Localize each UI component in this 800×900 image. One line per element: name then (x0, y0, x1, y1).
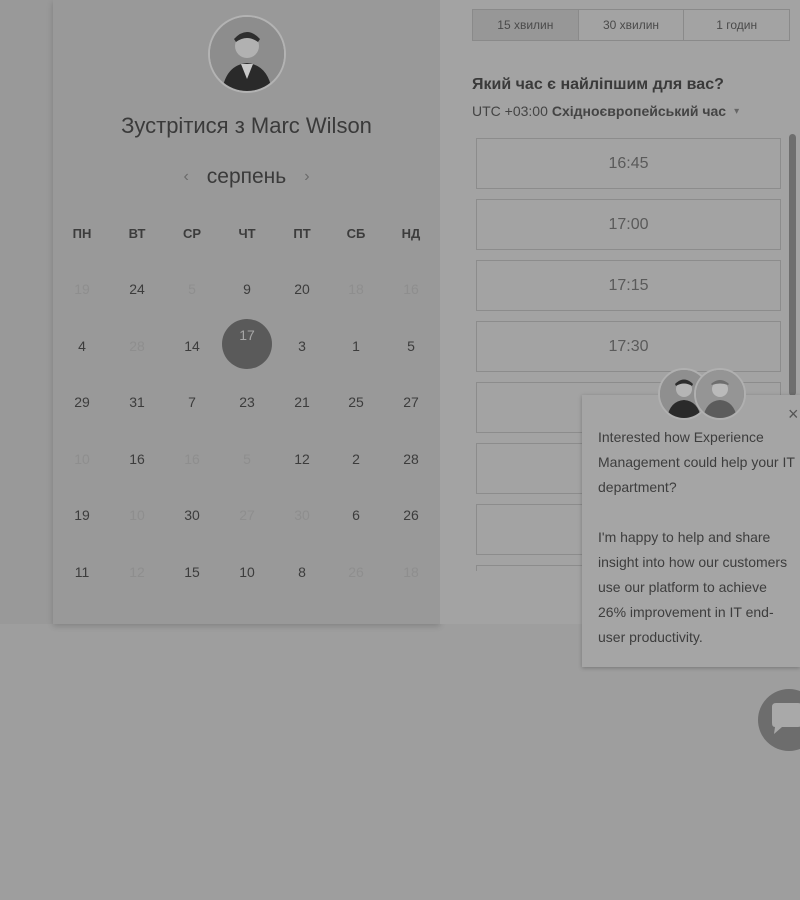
weekday-label: ЧТ (238, 226, 256, 241)
calendar-card (53, 0, 440, 624)
calendar-day: 18 (403, 564, 419, 580)
calendar-day[interactable]: 20 (277, 277, 327, 301)
chat-message-paragraph: Interested how Experience Management cou… (598, 429, 795, 495)
calendar-day[interactable]: 23 (222, 390, 272, 414)
chevron-left-icon[interactable]: ‹ (183, 168, 188, 186)
calendar-day[interactable]: 3 (277, 334, 327, 358)
calendar-day[interactable]: 10 (222, 560, 272, 584)
calendar-day: 16 (403, 281, 419, 297)
calendar-day: 5 (243, 451, 251, 467)
chat-bubble-icon (772, 703, 800, 734)
time-slot[interactable]: 17:00 (476, 199, 781, 250)
meeting-title: Зустрітися з Marc Wilson (121, 113, 372, 138)
calendar-day[interactable]: 5 (386, 334, 436, 358)
calendar-day: 27 (239, 507, 255, 523)
calendar-day[interactable]: 31 (112, 390, 162, 414)
time-slot[interactable]: 16:45 (476, 138, 781, 189)
calendar-day[interactable]: 26 (386, 503, 436, 527)
time-slot[interactable]: 17:15 (476, 260, 781, 311)
calendar-day[interactable]: 11 (57, 560, 107, 584)
calendar-day[interactable]: 14 (167, 334, 217, 358)
weekday-label: СР (182, 226, 202, 241)
calendar-day[interactable]: 25 (331, 390, 381, 414)
calendar-day: 10 (74, 451, 90, 467)
weekday-label: ПТ (293, 226, 311, 241)
weekday-label: СБ (346, 226, 366, 241)
calendar-day[interactable]: 6 (331, 503, 381, 527)
calendar-day[interactable]: 15 (167, 560, 217, 584)
time-slot[interactable]: 17:30 (476, 321, 781, 372)
month-label: серпень (206, 165, 287, 188)
calendar-day[interactable]: 7 (167, 390, 217, 414)
calendar-day: 28 (129, 338, 145, 354)
host-avatar (208, 15, 286, 93)
calendar-day[interactable]: 29 (57, 390, 107, 414)
calendar-day[interactable]: 30 (167, 503, 217, 527)
calendar-day: 10 (129, 507, 145, 523)
calendar-day[interactable]: 19 (57, 503, 107, 527)
duration-selector: 15 хвилин 30 хвилин 1 годин (472, 9, 790, 41)
calendar-day[interactable]: 4 (57, 334, 107, 358)
weekday-label: НД (401, 226, 421, 241)
calendar-day[interactable]: 12 (277, 447, 327, 471)
chat-agent-avatars (658, 368, 746, 420)
calendar-day: 5 (188, 281, 196, 297)
duration-option-15[interactable]: 15 хвилин (473, 10, 579, 40)
timezone-name: Східноєвропейський час (551, 103, 727, 119)
calendar-day: 18 (348, 281, 364, 297)
calendar-day[interactable]: 21 (277, 390, 327, 414)
chat-message: Interested how Experience Management cou… (598, 425, 798, 650)
duration-option-60[interactable]: 1 годин (684, 10, 789, 40)
chevron-right-icon[interactable]: › (304, 168, 309, 186)
chat-message-paragraph: I'm happy to help and share insight into… (598, 529, 788, 645)
timezone-selector[interactable]: UTC +03:00 Східноєвропейський час ▾ (472, 103, 739, 119)
duration-option-30[interactable]: 30 хвилин (579, 10, 685, 40)
calendar-day[interactable]: 28 (386, 447, 436, 471)
calendar-day[interactable]: 8 (277, 560, 327, 584)
month-navigator: ‹ серпень › (53, 162, 440, 192)
calendar-day[interactable]: 1 (331, 334, 381, 358)
calendar-day-selected[interactable]: 17 (222, 323, 272, 347)
calendar-day: 12 (129, 564, 145, 580)
calendar-day[interactable]: 27 (386, 390, 436, 414)
calendar-day: 26 (348, 564, 364, 580)
calendar-day[interactable]: 2 (331, 447, 381, 471)
calendar-day: 30 (294, 507, 310, 523)
calendar-day[interactable]: 9 (222, 277, 272, 301)
caret-down-icon: ▾ (734, 105, 740, 117)
calendar-day[interactable]: 24 (112, 277, 162, 301)
calendar-day: 16 (184, 451, 200, 467)
calendar-day[interactable]: 16 (112, 447, 162, 471)
calendar-day: 19 (74, 281, 90, 297)
time-question-heading: Який час є найліпшим для вас? (472, 76, 724, 93)
timezone-offset: UTC +03:00 (472, 103, 548, 119)
agent-avatar (694, 368, 746, 420)
person-icon (696, 370, 744, 418)
close-icon[interactable]: × (788, 404, 799, 425)
slot-list-scrollbar[interactable] (789, 134, 796, 396)
person-icon (210, 17, 284, 91)
weekday-label: ПН (72, 226, 92, 241)
chat-launcher-button[interactable] (758, 689, 800, 751)
weekday-label: ВТ (128, 226, 146, 241)
